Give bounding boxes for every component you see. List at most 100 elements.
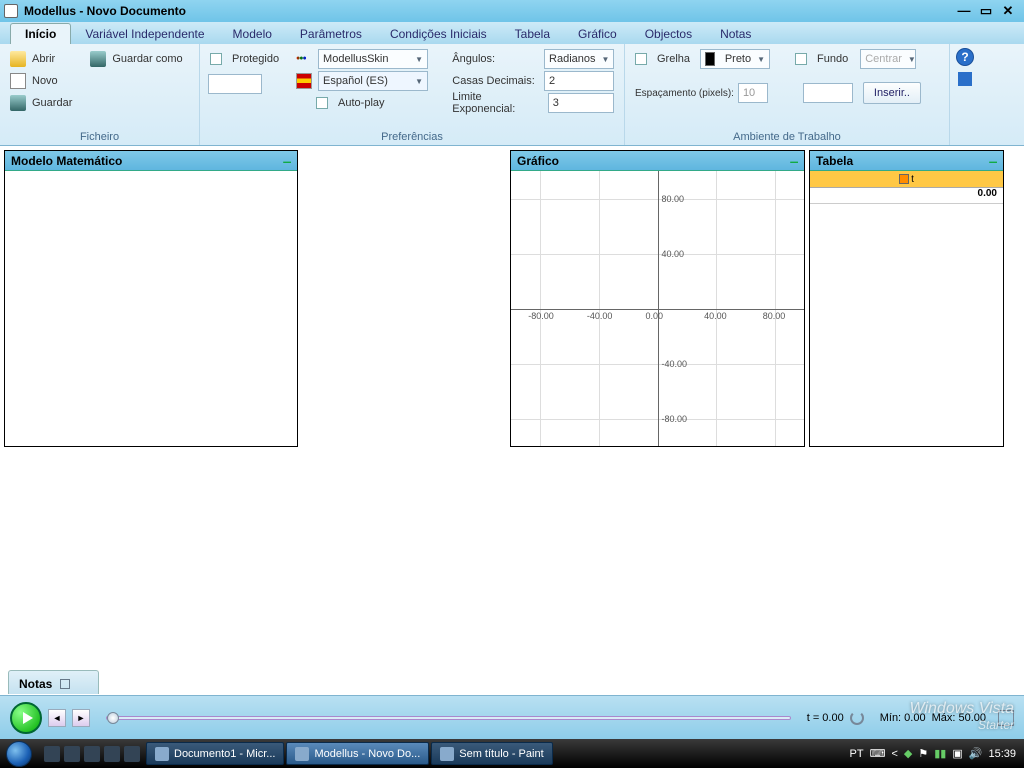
panel-header-math[interactable]: Modelo Matemático ‒: [5, 151, 297, 171]
minimize-button[interactable]: —: [956, 3, 972, 19]
inserir-button[interactable]: Inserir..: [863, 82, 921, 104]
fundo-label: Fundo: [817, 53, 848, 65]
tabela-body: t 0.00: [810, 171, 1003, 446]
step-fwd-button[interactable]: ►: [72, 709, 90, 727]
tabela-row: 0.00: [810, 188, 1003, 204]
taskbar-item[interactable]: Modellus - Novo Do...: [286, 742, 429, 765]
skin-combo[interactable]: ModellusSkin▼: [318, 49, 428, 69]
tab-variavel[interactable]: Variável Independente: [71, 24, 218, 44]
grid-color-combo[interactable]: Preto▼: [700, 49, 770, 69]
volume-icon[interactable]: 🔊: [969, 747, 983, 760]
tabela-header[interactable]: t: [810, 171, 1003, 188]
save-as-icon: [90, 51, 106, 67]
chevron-down-icon: ▼: [415, 77, 423, 86]
taskbar-item[interactable]: Documento1 - Micr...: [146, 742, 284, 765]
minimize-panel-icon[interactable]: ‒: [989, 153, 997, 169]
angulos-value: Radianos: [549, 53, 595, 65]
settings-icon[interactable]: [958, 72, 972, 86]
slider-thumb[interactable]: [107, 712, 119, 724]
chart-area[interactable]: -80.00-40.000.0040.0080.00-80.00-40.0040…: [511, 171, 804, 446]
lang-indicator[interactable]: PT: [850, 748, 864, 760]
step-back-button[interactable]: ◄: [48, 709, 66, 727]
panel-header-tabela[interactable]: Tabela ‒: [810, 151, 1003, 171]
tab-tabela[interactable]: Tabela: [501, 24, 564, 44]
panel-header-graf[interactable]: Gráfico ‒: [511, 151, 804, 171]
time-min: Mín: 0.00: [880, 712, 926, 724]
autoplay-label: Auto-play: [338, 97, 384, 109]
help-icon[interactable]: ?: [956, 48, 974, 66]
protegido-check[interactable]: Protegido: [208, 48, 284, 70]
centrar-value: Centrar: [865, 53, 902, 65]
casas-label: Casas Decimais:: [452, 75, 535, 87]
panel-title-math: Modelo Matemático: [11, 154, 122, 168]
restore-icon: [60, 679, 70, 689]
centrar-combo[interactable]: Centrar▼: [860, 49, 916, 69]
fundo-input[interactable]: [803, 83, 853, 103]
panel-grafico: Gráfico ‒ -80.00-40.000.0040.0080.00-80.…: [510, 150, 805, 447]
ribbon: Abrir Novo Guardar Guardar como Ficheiro…: [0, 44, 1024, 146]
tray-icon[interactable]: ▣: [952, 747, 962, 760]
taskbar-item-label: Documento1 - Micr...: [174, 748, 275, 760]
taskbar-item[interactable]: Sem título - Paint: [431, 742, 552, 765]
tray-icon[interactable]: ◆: [904, 747, 912, 760]
tab-modelo[interactable]: Modelo: [219, 24, 286, 44]
tab-objectos[interactable]: Objectos: [631, 24, 706, 44]
ql-icon[interactable]: [104, 746, 120, 762]
ql-icon[interactable]: [64, 746, 80, 762]
play-button[interactable]: [10, 702, 42, 734]
window-controls: — ▭ ✕: [956, 3, 1020, 19]
tab-condicoes[interactable]: Condições Iniciais: [376, 24, 501, 44]
tab-inicio[interactable]: Início: [10, 23, 71, 44]
minimize-panel-icon[interactable]: ‒: [790, 153, 798, 169]
minimize-panel-icon[interactable]: ‒: [283, 153, 291, 169]
network-icon[interactable]: ▮▮: [934, 747, 946, 760]
time-slider[interactable]: [106, 716, 791, 720]
maximize-button[interactable]: ▭: [978, 3, 994, 19]
skin-icon: [296, 51, 312, 67]
tab-grafico[interactable]: Gráfico: [564, 24, 631, 44]
flag-icon: [296, 73, 312, 89]
password-input[interactable]: [208, 74, 262, 94]
tray-chevron-icon[interactable]: <: [891, 748, 897, 760]
panel-title-graf: Gráfico: [517, 154, 559, 168]
protegido-label: Protegido: [232, 53, 279, 65]
clock[interactable]: 15:39: [988, 748, 1016, 760]
checkbox-icon: [316, 97, 328, 109]
app-icon: [440, 747, 454, 761]
language-combo[interactable]: Español (ES)▼: [318, 71, 428, 91]
autoplay-check[interactable]: Auto-play: [294, 92, 440, 114]
ql-icon[interactable]: [124, 746, 140, 762]
inserir-label: Inserir..: [874, 87, 910, 99]
tray-icon[interactable]: ⌨: [870, 747, 886, 760]
tab-parametros[interactable]: Parâmetros: [286, 24, 376, 44]
ql-icon[interactable]: [44, 746, 60, 762]
system-tray: PT ⌨ < ◆ ⚑ ▮▮ ▣ 🔊 15:39: [850, 747, 1024, 760]
math-editor[interactable]: [5, 171, 297, 446]
group-label-preferencias: Preferências: [200, 131, 624, 143]
tray-icon[interactable]: ⚑: [918, 747, 928, 760]
time-value: t = 0.00: [807, 712, 844, 724]
casas-input[interactable]: 2: [544, 71, 614, 91]
group-preferencias: Protegido ModellusSkin▼ Español (ES)▼ Au…: [200, 44, 625, 145]
save-button[interactable]: Guardar: [8, 92, 74, 114]
tab-notas[interactable]: Notas: [706, 24, 765, 44]
chevron-down-icon: ▼: [415, 55, 423, 64]
ql-icon[interactable]: [84, 746, 100, 762]
save-as-button[interactable]: Guardar como: [88, 48, 184, 70]
group-help: ?: [950, 44, 980, 145]
expand-icon[interactable]: [998, 710, 1014, 726]
espacamento-input[interactable]: 10: [738, 83, 768, 103]
new-button[interactable]: Novo: [8, 70, 74, 92]
open-button[interactable]: Abrir: [8, 48, 74, 70]
notas-label: Notas: [19, 677, 52, 691]
group-label-ficheiro: Ficheiro: [0, 131, 199, 143]
angulos-combo[interactable]: Radianos▼: [544, 49, 614, 69]
reset-icon[interactable]: [850, 711, 864, 725]
folder-icon: [10, 51, 26, 67]
panel-notas-minimized[interactable]: Notas: [8, 670, 99, 694]
start-button[interactable]: [0, 739, 38, 768]
grid-color-value: Preto: [725, 53, 751, 65]
taskbar-item-label: Sem título - Paint: [459, 748, 543, 760]
close-button[interactable]: ✕: [1000, 3, 1016, 19]
limite-input[interactable]: 3: [548, 93, 614, 113]
